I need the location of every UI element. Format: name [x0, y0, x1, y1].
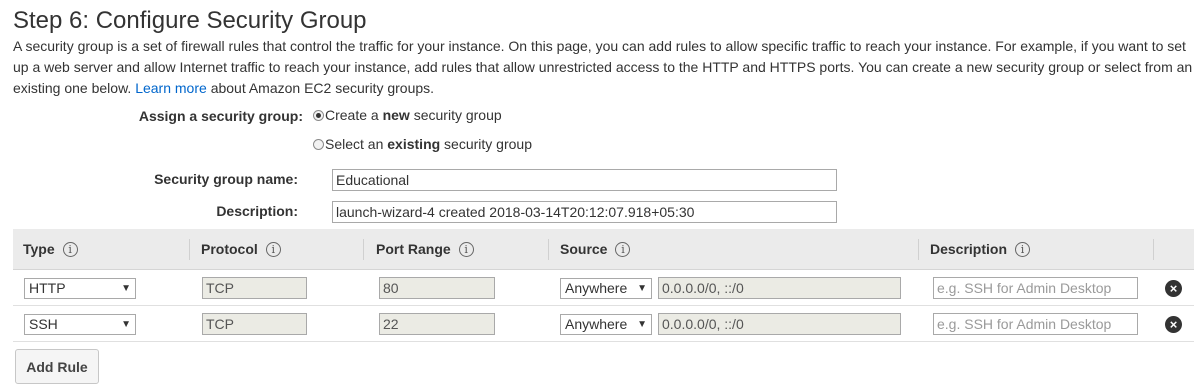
- radio-create-new-suffix: security group: [409, 107, 502, 123]
- radio-select-existing[interactable]: Select an existing security group: [313, 136, 532, 152]
- source-cidr-field[interactable]: 0.0.0.0/0, ::/0: [658, 313, 901, 335]
- column-divider: [363, 239, 364, 260]
- type-select-value: HTTP: [29, 280, 66, 296]
- remove-rule-icon[interactable]: ×: [1165, 280, 1182, 297]
- learn-more-link[interactable]: Learn more: [135, 80, 207, 96]
- assign-group-label: Assign a security group:: [138, 108, 303, 124]
- group-name-input[interactable]: [332, 169, 837, 191]
- port-range-field: 80: [379, 277, 495, 299]
- radio-create-new-control[interactable]: [313, 109, 324, 121]
- rule-description-input[interactable]: e.g. SSH for Admin Desktop: [933, 313, 1138, 335]
- source-select-value: Anywhere: [565, 280, 628, 296]
- rules-table-header: Type i Protocol i Port Range i Source i …: [13, 229, 1194, 270]
- chevron-down-icon: ▼: [121, 283, 131, 294]
- source-select[interactable]: Anywhere ▼: [560, 278, 652, 299]
- protocol-field: TCP: [202, 313, 307, 335]
- radio-select-existing-control[interactable]: [313, 138, 324, 150]
- source-select[interactable]: Anywhere ▼: [560, 314, 652, 335]
- radio-create-new-prefix: Create a: [325, 107, 383, 123]
- header-source: Source i: [560, 229, 631, 270]
- chevron-down-icon: ▼: [637, 319, 647, 330]
- info-icon[interactable]: i: [265, 242, 281, 257]
- header-description: Description i: [930, 229, 1031, 270]
- protocol-field: TCP: [202, 277, 307, 299]
- column-divider: [1153, 239, 1154, 260]
- chevron-down-icon: ▼: [121, 319, 131, 330]
- source-cidr-field[interactable]: 0.0.0.0/0, ::/0: [658, 277, 901, 299]
- group-name-label: Security group name:: [154, 171, 298, 187]
- table-row: SSH ▼ TCP 22 Anywhere ▼ 0.0.0.0/0, ::/0 e.…: [13, 306, 1194, 342]
- description-input[interactable]: [332, 201, 837, 223]
- radio-create-new-label[interactable]: Create a new security group: [325, 107, 502, 123]
- type-select[interactable]: HTTP ▼: [24, 278, 136, 299]
- source-select-value: Anywhere: [565, 316, 628, 332]
- column-divider: [918, 239, 919, 260]
- remove-rule-icon[interactable]: ×: [1165, 316, 1182, 333]
- chevron-down-icon: ▼: [637, 283, 647, 294]
- intro-text: A security group is a set of firewall ru…: [13, 36, 1198, 99]
- radio-create-new-bold: new: [382, 107, 410, 123]
- radio-select-existing-label[interactable]: Select an existing security group: [325, 136, 532, 152]
- header-port-range: Port Range i: [376, 229, 474, 270]
- column-divider: [548, 239, 549, 260]
- header-type-label: Type: [23, 241, 55, 257]
- info-icon[interactable]: i: [1015, 242, 1031, 257]
- info-icon[interactable]: i: [62, 242, 78, 257]
- radio-select-existing-suffix: security group: [440, 136, 532, 152]
- column-divider: [189, 239, 190, 260]
- header-port-range-label: Port Range: [376, 241, 451, 257]
- info-icon[interactable]: i: [615, 242, 631, 257]
- type-select-value: SSH: [29, 316, 58, 332]
- radio-create-new[interactable]: Create a new security group: [313, 107, 502, 123]
- radio-select-existing-prefix: Select an: [325, 136, 388, 152]
- description-label: Description:: [216, 203, 298, 219]
- page-title: Step 6: Configure Security Group: [13, 7, 367, 34]
- rule-description-input[interactable]: e.g. SSH for Admin Desktop: [933, 277, 1138, 299]
- header-protocol-label: Protocol: [201, 241, 258, 257]
- header-protocol: Protocol i: [201, 229, 281, 270]
- info-icon[interactable]: i: [458, 242, 474, 257]
- add-rule-button[interactable]: Add Rule: [15, 349, 99, 384]
- port-range-field: 22: [379, 313, 495, 335]
- table-row: HTTP ▼ TCP 80 Anywhere ▼ 0.0.0.0/0, ::/0 e…: [13, 270, 1194, 306]
- intro-text-tail: about Amazon EC2 security groups.: [210, 80, 435, 96]
- radio-select-existing-bold: existing: [387, 136, 441, 152]
- header-description-label: Description: [930, 241, 1008, 257]
- header-source-label: Source: [560, 241, 608, 257]
- header-type: Type i: [23, 229, 78, 270]
- type-select[interactable]: SSH ▼: [24, 314, 136, 335]
